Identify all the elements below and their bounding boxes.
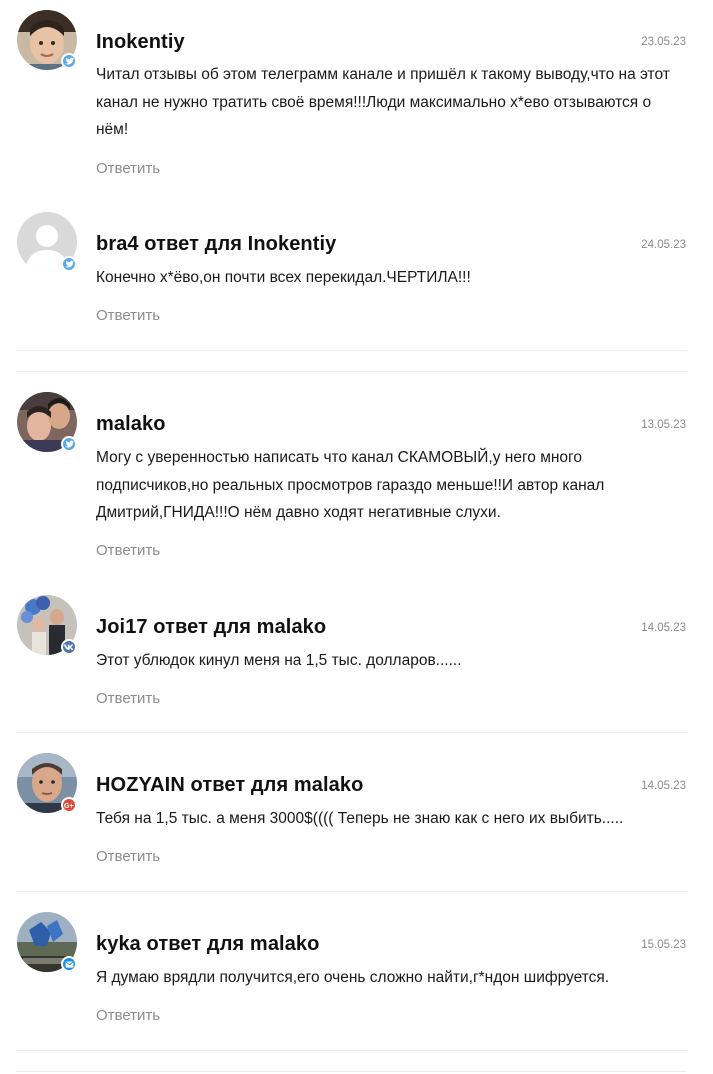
comment-author[interactable]: bra4 ответ для Inokentiy [96,233,336,256]
divider [16,1071,687,1072]
comment-text: Я думаю врядли получится,его очень сложн… [96,969,610,986]
comment-date: 14.05.23 [641,622,686,634]
divider [16,371,687,372]
reply-button[interactable]: Ответить [96,542,160,559]
svg-text:G+: G+ [64,802,74,809]
divider [16,891,687,892]
comment-text: Могу с уверенностью написать что канал С… [96,449,605,521]
google-plus-icon: G+ [61,797,77,813]
comment-author[interactable]: HOZYAIN ответ для malako [96,774,363,797]
vk-icon [61,639,77,655]
comment-text: Этот ублюдок кинул меня на 1,5 тыс. долл… [96,652,462,669]
comment-text: Читал отзывы об этом телеграмм канале и … [96,66,670,138]
reply-button[interactable]: Ответить [96,160,160,177]
divider [16,732,687,733]
reply-button[interactable]: Ответить [96,848,160,865]
comment-author[interactable]: malako [96,413,166,436]
twitter-icon [61,436,77,452]
mail-icon [61,956,77,972]
comment-author[interactable]: Joi17 ответ для malako [96,616,326,639]
comment-date: 15.05.23 [641,939,686,951]
twitter-icon [61,53,77,69]
comment-date: 23.05.23 [641,36,686,48]
comment-date: 24.05.23 [641,239,686,251]
comment-date: 14.05.23 [641,780,686,792]
reply-button[interactable]: Ответить [96,1007,160,1024]
comment-date: 13.05.23 [641,419,686,431]
reply-button[interactable]: Ответить [96,690,160,707]
comment-text: Тебя на 1,5 тыс. а меня 3000$(((( Теперь… [96,810,624,827]
comment-text: Конечно х*ёво,он почти всех перекидал.ЧЕ… [96,269,471,286]
divider [16,1050,687,1051]
comment-author[interactable]: Inokentiy [96,31,185,54]
divider [16,350,687,351]
reply-button[interactable]: Ответить [96,307,160,324]
twitter-icon [61,256,77,272]
comment-author[interactable]: kyka ответ для malako [96,933,319,956]
